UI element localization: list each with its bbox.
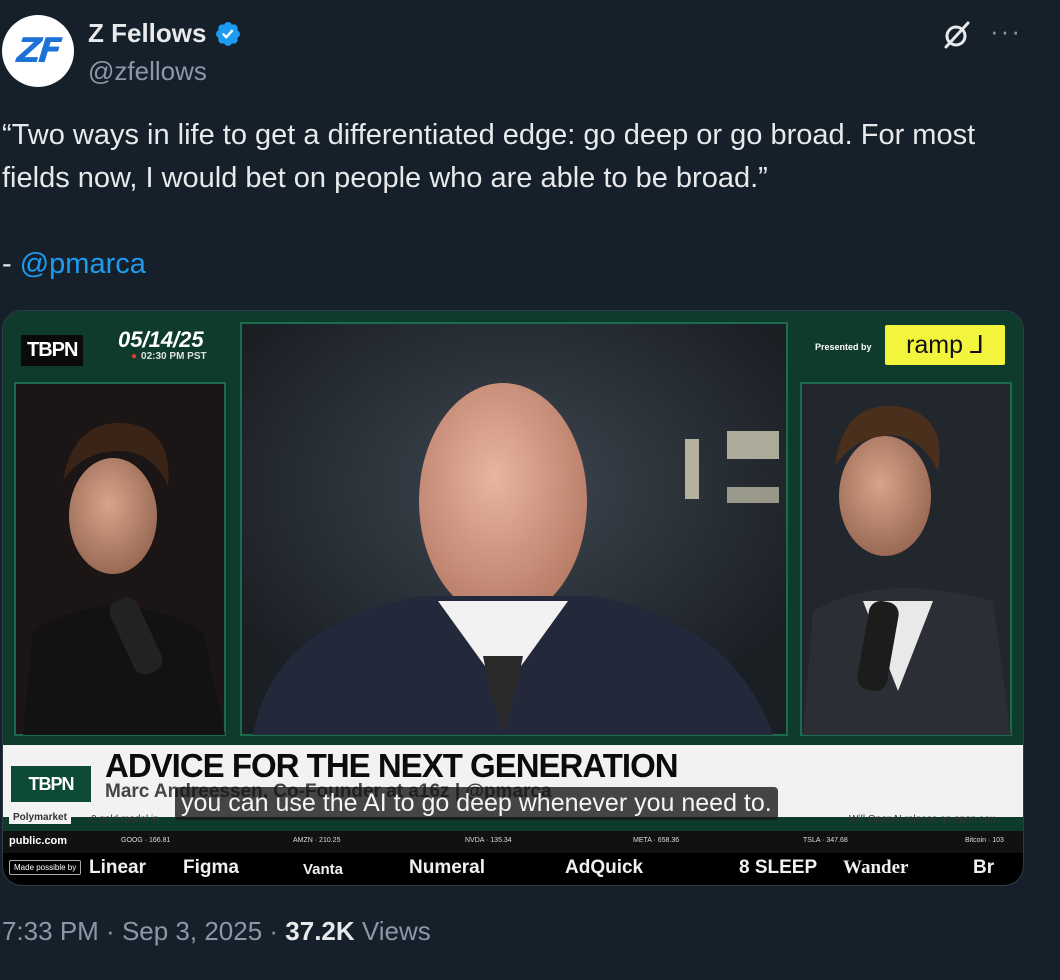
more-options-icon[interactable]: ··· <box>990 18 1022 44</box>
video-caption: you can use the AI to go deep whenever y… <box>175 787 778 820</box>
ticker-item: AMZN · 210.25 <box>293 837 341 844</box>
author-handle[interactable]: @zfellows <box>88 56 207 87</box>
sponsor-item: Linear <box>89 857 147 878</box>
sponsor-logo: ramp ⅃ <box>885 325 1005 365</box>
ticker-item: Bitcoin · 103 <box>965 837 1004 844</box>
polymarket-text: 0 gold medal in <box>91 814 159 825</box>
author-name[interactable]: Z Fellows <box>88 18 206 49</box>
author-name-row[interactable]: Z Fellows <box>88 18 242 49</box>
banner-logo: TBPN <box>11 766 91 802</box>
show-logo: TBPN <box>21 335 84 366</box>
sponsor-item: 8 SLEEP <box>739 857 818 878</box>
tweet-meta: 7:33 PM · Sep 3, 2025 · 37.2K Views <box>2 916 431 947</box>
attribution-dash: - <box>2 248 20 280</box>
ticker-item: GOOG · 166.81 <box>121 837 171 844</box>
avatar[interactable]: ZF <box>2 15 74 87</box>
sponsor-item: Wander <box>843 857 909 878</box>
made-possible-by-label: Made possible by <box>9 860 82 875</box>
sponsor-item: AdQuick <box>565 857 644 878</box>
polymarket-right-text: Will OpenAI release an open sou <box>849 814 996 825</box>
sponsor-item: Numeral <box>409 857 486 878</box>
sponsor-item: Figma <box>183 857 239 878</box>
ticker-item: META · 658.36 <box>633 837 680 844</box>
verified-badge-icon <box>216 21 241 46</box>
polymarket-label: Polymarket <box>9 811 71 824</box>
tweet-time[interactable]: 7:33 PM <box>2 916 99 946</box>
public-com-label: public.com <box>9 835 68 847</box>
banner-headline: ADVICE FOR THE NEXT GENERATION <box>105 747 679 784</box>
views-label: Views <box>354 916 431 946</box>
tweet-attribution: - @pmarca <box>2 248 146 281</box>
tweet-date[interactable]: Sep 3, 2025 <box>122 916 262 946</box>
video-player[interactable]: TBPN 05/14/25 02:30 PM PST Presented by … <box>2 310 1024 886</box>
views-count: 37.2K <box>285 916 355 946</box>
ticker-item: TSLA · 347.68 <box>803 837 848 844</box>
mention-link[interactable]: @pmarca <box>20 248 146 280</box>
meta-separator: · <box>98 916 122 946</box>
tweet-text: “Two ways in life to get a differentiate… <box>2 119 976 194</box>
presented-by-label: Presented by <box>815 342 872 352</box>
grok-icon[interactable] <box>940 18 974 52</box>
show-time: 02:30 PM PST <box>131 351 207 362</box>
meta-separator: · <box>262 916 286 946</box>
show-date: 05/14/25 <box>118 327 204 352</box>
sponsor-item: Vanta <box>303 861 344 878</box>
ticker-item: NVDA · 135.34 <box>465 837 512 844</box>
sponsor-item: Br <box>973 857 995 878</box>
avatar-logo-text: ZF <box>14 31 62 71</box>
